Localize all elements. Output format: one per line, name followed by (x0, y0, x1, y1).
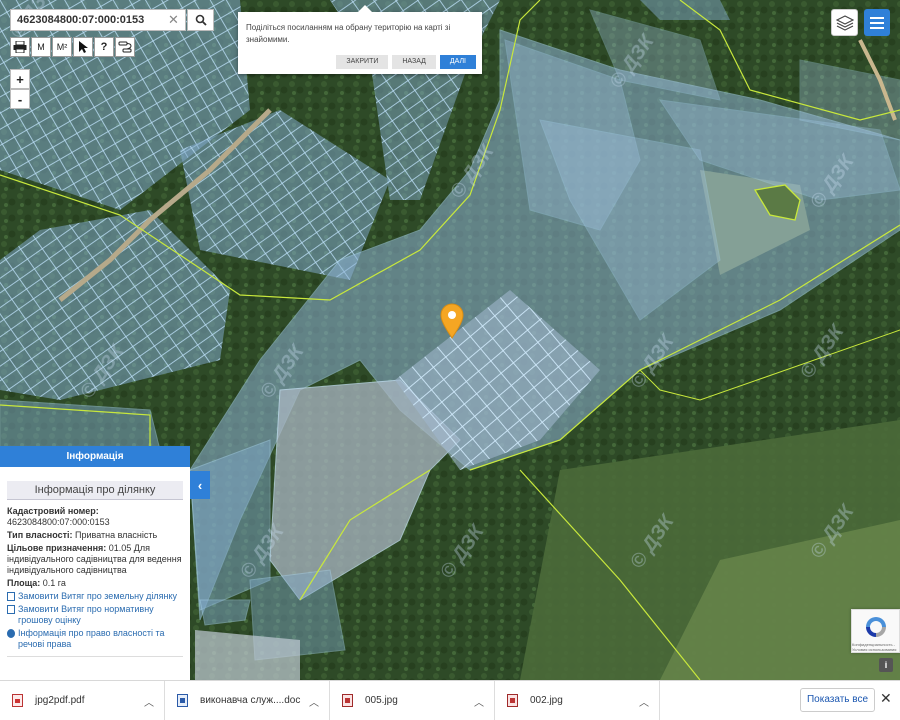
recaptcha-badge[interactable]: Конфиденциальность - Условия использован… (851, 609, 900, 653)
document-icon (7, 592, 15, 601)
zoom-out-button[interactable]: - (10, 89, 30, 109)
parcel-info-title: Інформація про ділянку (7, 481, 183, 500)
back-button[interactable]: Назад (392, 55, 436, 69)
layers-button[interactable] (831, 9, 858, 36)
order-valuation-link[interactable]: Замовити Витяг про нормативну грошову оц… (7, 604, 183, 626)
chevron-up-icon[interactable]: ︿ (309, 694, 319, 709)
close-button[interactable]: Закрити (336, 55, 389, 69)
info-panel: Інформація Інформація про ділянку Кадаст… (0, 446, 190, 680)
download-item[interactable]: 002.jpg ︿ (495, 680, 660, 720)
doc-file-icon (177, 694, 188, 707)
chevron-up-icon[interactable]: ︿ (639, 694, 649, 709)
layers-icon (835, 14, 854, 31)
show-all-downloads-button[interactable]: Показать все (800, 688, 875, 712)
print-button[interactable] (10, 37, 30, 57)
download-item[interactable]: 005.jpg ︿ (330, 680, 495, 720)
image-file-icon (342, 694, 353, 707)
download-item[interactable]: виконавча служ....doc ︿ (165, 680, 330, 720)
identify-button[interactable]: ? (94, 37, 114, 57)
measure-length-icon: M (37, 42, 45, 52)
route-icon (118, 41, 132, 53)
chevron-up-icon[interactable]: ︿ (474, 694, 484, 709)
area-value: 0.1 га (42, 578, 66, 588)
search-icon (195, 14, 207, 26)
print-icon (13, 41, 27, 53)
measure-area-icon: M² (56, 42, 68, 52)
route-button[interactable] (115, 37, 135, 57)
hamburger-icon (870, 16, 884, 19)
download-file-name: jpg2pdf.pdf (35, 695, 85, 706)
chevron-left-icon: ‹ (197, 477, 203, 493)
map-info-icon[interactable]: i (879, 658, 893, 672)
chevron-up-icon[interactable]: ︿ (144, 694, 154, 709)
share-buttons: Закрити Назад Далі (336, 55, 476, 69)
select-pointer-button[interactable] (73, 37, 93, 57)
image-file-icon (507, 694, 518, 707)
cadastral-search-input[interactable] (17, 14, 167, 26)
recaptcha-icon (865, 617, 886, 637)
clear-search-icon[interactable]: ✕ (168, 12, 179, 28)
cadastral-search-box (10, 9, 186, 31)
zoom-control: + - (10, 69, 30, 109)
ownership-rights-link[interactable]: Інформація про право власності та речові… (7, 628, 183, 650)
downloads-bar: jpg2pdf.pdf ︿ виконавча служ....doc ︿ 00… (0, 680, 900, 720)
ownership-value: Приватна власність (75, 530, 158, 540)
area-row: Площа: 0.1 га (7, 578, 183, 589)
identify-icon: ? (100, 41, 108, 53)
menu-button[interactable] (864, 9, 890, 36)
parcel-info-body: Кадастровий номер: 4623084800:07:000:015… (0, 506, 190, 650)
pdf-file-icon (12, 694, 23, 707)
close-downloads-icon[interactable]: ✕ (880, 690, 892, 707)
recaptcha-text: Конфиденциальность - Условия использован… (852, 642, 897, 652)
info-panel-header: Інформація (0, 446, 190, 467)
area-label: Площа: (7, 578, 41, 588)
download-file-name: виконавча служ....doc (200, 695, 301, 706)
download-item[interactable]: jpg2pdf.pdf ︿ (0, 680, 165, 720)
order-valuation-label[interactable]: Замовити Витяг про нормативну грошову оц… (18, 604, 183, 626)
cadastral-number-label: Кадастровий номер: (7, 506, 99, 516)
document-icon (7, 605, 15, 614)
download-file-name: 002.jpg (530, 695, 563, 706)
purpose-label: Цільове призначення: (7, 543, 107, 553)
download-file-name: 005.jpg (365, 695, 398, 706)
select-pointer-icon (79, 40, 88, 53)
collapse-panel-button[interactable]: ‹ (190, 471, 210, 499)
purpose-row: Цільове призначення: 01.05 Для індивідуа… (7, 543, 183, 576)
ownership-rights-label[interactable]: Інформація про право власності та речові… (18, 628, 183, 650)
ownership-label: Тип власності: (7, 530, 73, 540)
share-message: Поділіться посиланням на обрану територі… (246, 23, 451, 44)
search-button[interactable] (187, 9, 214, 31)
zoom-in-button[interactable]: + (10, 69, 30, 89)
order-extract-label[interactable]: Замовити Витяг про земельну ділянку (18, 591, 177, 602)
measure-length-button[interactable]: M (31, 37, 51, 57)
next-button[interactable]: Далі (439, 55, 476, 69)
cadastral-number-value: 4623084800:07:000:0153 (7, 517, 110, 527)
cadastral-number-row: Кадастровий номер: 4623084800:07:000:015… (7, 506, 183, 528)
share-popup: Поділіться посиланням на обрану територі… (238, 5, 482, 74)
info-icon (7, 629, 15, 638)
ownership-row: Тип власності: Приватна власність (7, 530, 183, 541)
map-toolbar: M M² ? (10, 37, 135, 57)
order-extract-link[interactable]: Замовити Витяг про земельну ділянку (7, 591, 183, 602)
divider (7, 656, 183, 657)
measure-area-button[interactable]: M² (52, 37, 72, 57)
